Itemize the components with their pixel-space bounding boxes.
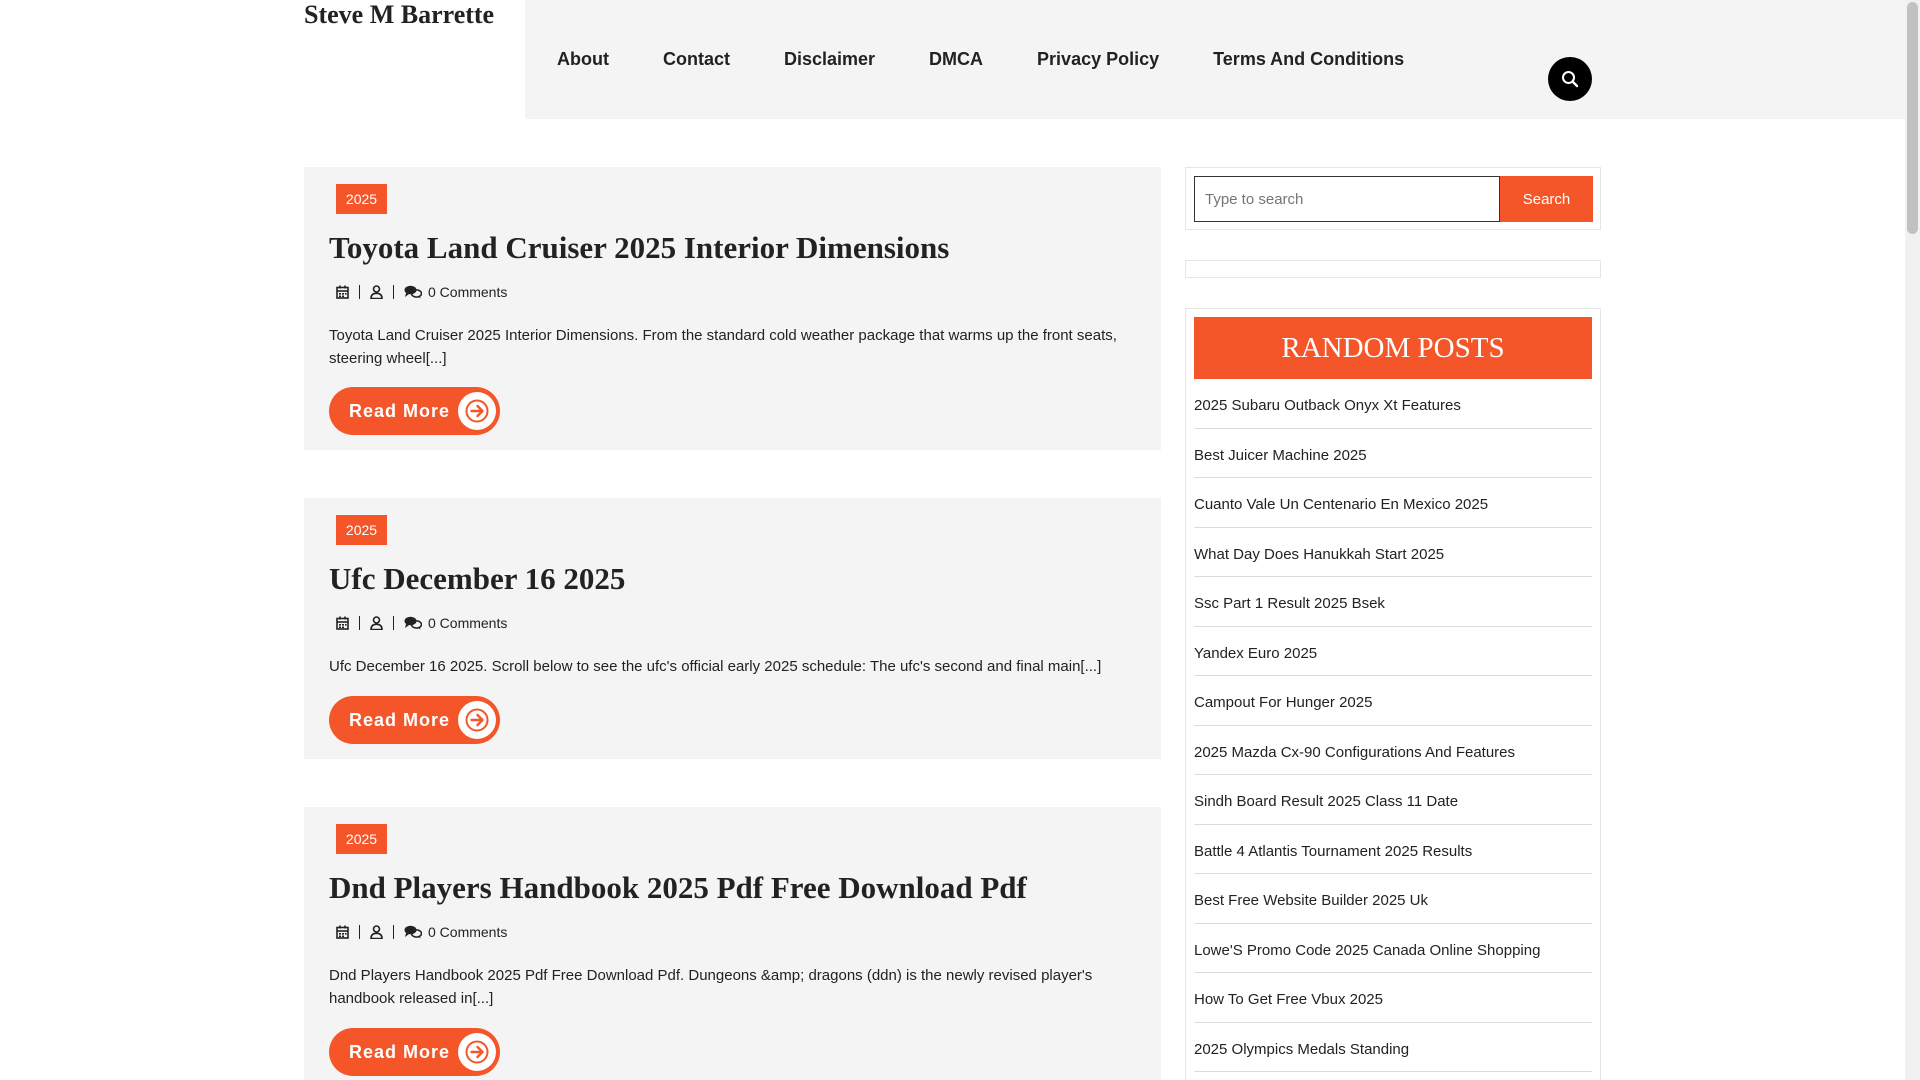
post-title[interactable]: Toyota Land Cruiser 2025 Interior Dimens… [329, 230, 949, 266]
header-search-button[interactable] [1548, 57, 1592, 101]
calendar-icon [336, 925, 349, 939]
read-more-label: Read More [349, 709, 451, 730]
random-posts-widget: RANDOM POSTS 2025 Subaru Outback Onyx Xt… [1185, 308, 1601, 1080]
comments-link[interactable]: 0 Comments [404, 924, 507, 940]
comments-count: 0 Comments [428, 615, 508, 631]
meta-divider [359, 285, 360, 299]
arrow-right-icon [458, 392, 496, 430]
comments-count: 0 Comments [428, 284, 508, 300]
scrollbar-thumb[interactable] [1907, 2, 1918, 234]
sidebar-search-button[interactable]: Search [1500, 176, 1593, 222]
random-post-link[interactable]: Best Free Website Builder 2025 Uk [1194, 874, 1592, 924]
user-icon[interactable] [370, 616, 383, 630]
post-title[interactable]: Dnd Players Handbook 2025 Pdf Free Downl… [329, 870, 1027, 906]
sidebar-empty-widget [1185, 260, 1601, 278]
sidebar-search-widget: Search [1185, 167, 1601, 230]
user-icon[interactable] [370, 285, 383, 299]
nav-item-dmca[interactable]: DMCA [929, 49, 983, 70]
sidebar-search-input[interactable] [1194, 176, 1500, 222]
random-post-link[interactable]: How To Get Free Vbux 2025 [1194, 973, 1592, 1023]
site-title[interactable]: Steve M Barrette [304, 0, 494, 30]
random-post-link[interactable]: Yandex Euro 2025 [1194, 627, 1592, 676]
random-post-link[interactable]: 2025 Mazda Cx-90 Configurations And Feat… [1194, 726, 1592, 775]
category-badge[interactable]: 2025 [336, 824, 387, 854]
page-scrollbar[interactable] [1905, 0, 1920, 1080]
random-post-link[interactable]: Battle 4 Atlantis Tournament 2025 Result… [1194, 825, 1592, 874]
post-title[interactable]: Ufc December 16 2025 [329, 561, 625, 597]
meta-divider [359, 616, 360, 630]
arrow-right-icon [458, 701, 496, 739]
meta-divider [393, 925, 394, 939]
comments-link[interactable]: 0 Comments [404, 284, 507, 300]
random-posts-list: 2025 Subaru Outback Onyx Xt Features Bes… [1194, 379, 1592, 1072]
post-card: 2025 Ufc December 16 2025 0 Comments Ufc… [304, 498, 1161, 759]
category-badge[interactable]: 2025 [336, 184, 387, 214]
main-nav: About Contact Disclaimer DMCA Privacy Po… [525, 0, 1458, 119]
read-more-label: Read More [349, 1041, 451, 1062]
nav-item-terms[interactable]: Terms And Conditions [1213, 49, 1404, 70]
read-more-label: Read More [349, 400, 451, 421]
meta-divider [359, 925, 360, 939]
nav-item-about[interactable]: About [557, 49, 609, 70]
random-post-link[interactable]: What Day Does Hanukkah Start 2025 [1194, 528, 1592, 577]
random-post-link[interactable]: 2025 Olympics Medals Standing [1194, 1023, 1592, 1072]
post-card: 2025 Dnd Players Handbook 2025 Pdf Free … [304, 807, 1161, 1080]
comments-icon [404, 925, 422, 939]
post-meta: 0 Comments [336, 283, 507, 301]
comments-link[interactable]: 0 Comments [404, 615, 507, 631]
search-icon [1562, 71, 1579, 88]
arrow-right-icon [458, 1033, 496, 1071]
header-branding: Steve M Barrette [0, 0, 525, 119]
random-post-link[interactable]: Cuanto Vale Un Centenario En Mexico 2025 [1194, 478, 1592, 528]
read-more-button[interactable]: Read More [329, 387, 500, 435]
random-post-link[interactable]: Sindh Board Result 2025 Class 11 Date [1194, 775, 1592, 825]
post-excerpt: Ufc December 16 2025. Scroll below to se… [329, 658, 1102, 675]
random-post-link[interactable]: Best Juicer Machine 2025 [1194, 429, 1592, 478]
nav-item-privacy-policy[interactable]: Privacy Policy [1037, 49, 1159, 70]
random-post-link[interactable]: 2025 Subaru Outback Onyx Xt Features [1194, 379, 1592, 429]
meta-divider [393, 285, 394, 299]
comments-icon [404, 285, 422, 299]
category-badge[interactable]: 2025 [336, 515, 387, 545]
read-more-button[interactable]: Read More [329, 696, 500, 744]
nav-item-contact[interactable]: Contact [663, 49, 730, 70]
nav-item-disclaimer[interactable]: Disclaimer [784, 49, 875, 70]
read-more-button[interactable]: Read More [329, 1028, 500, 1076]
calendar-icon [336, 616, 349, 630]
comments-icon [404, 616, 422, 630]
post-meta: 0 Comments [336, 923, 507, 941]
calendar-icon [336, 285, 349, 299]
post-excerpt: Dnd Players Handbook 2025 Pdf Free Downl… [329, 967, 1093, 1007]
post-excerpt: Toyota Land Cruiser 2025 Interior Dimens… [329, 327, 1117, 367]
random-posts-heading: RANDOM POSTS [1194, 317, 1592, 379]
post-meta: 0 Comments [336, 614, 507, 632]
meta-divider [393, 616, 394, 630]
comments-count: 0 Comments [428, 924, 508, 940]
post-card: 2025 Toyota Land Cruiser 2025 Interior D… [304, 167, 1161, 450]
random-post-link[interactable]: Ssc Part 1 Result 2025 Bsek [1194, 577, 1592, 627]
random-post-link[interactable]: Lowe'S Promo Code 2025 Canada Online Sho… [1194, 924, 1592, 973]
user-icon[interactable] [370, 925, 383, 939]
random-post-link[interactable]: Campout For Hunger 2025 [1194, 676, 1592, 726]
